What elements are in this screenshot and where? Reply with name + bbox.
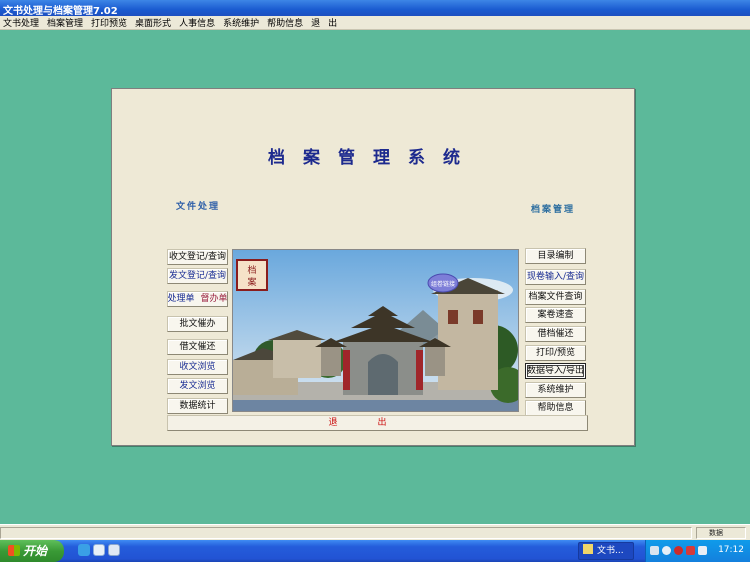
title-bar: 文书处理与档案管理7.02	[0, 0, 750, 17]
link-badge-text[interactable]: 组卷链接	[431, 280, 455, 288]
media-icon[interactable]	[108, 544, 120, 556]
clock: 17:12	[718, 545, 744, 555]
task-label: 文书...	[597, 546, 624, 556]
archive-gate-photo: 档 案 组卷链接	[232, 249, 519, 412]
quick-search-button[interactable]: 案卷速查	[525, 307, 586, 323]
main-panel: 档案管理系统 文件处理 档案管理 收文登记/查询 发文登记/查询 处理单 督办单…	[111, 88, 635, 446]
menu-document-processing[interactable]: 文书处理	[3, 16, 39, 29]
approval-reminder-button[interactable]: 批文催办	[167, 316, 228, 332]
seal-text-bottom: 案	[247, 276, 256, 288]
process-form-label[interactable]: 处理单	[167, 292, 194, 306]
send-browse-button[interactable]: 发文浏览	[167, 378, 228, 394]
right-section-title: 档案管理	[531, 205, 576, 215]
menu-print-preview[interactable]: 打印预览	[91, 16, 127, 29]
left-section-title: 文件处理	[176, 202, 221, 212]
workspace: 档案管理系统 文件处理 档案管理 收文登记/查询 发文登记/查询 处理单 督办单…	[0, 30, 750, 524]
supervise-form-label[interactable]: 督办单	[201, 292, 228, 306]
window-title: 文书处理与档案管理7.02	[3, 6, 118, 17]
task-app-icon	[583, 544, 593, 554]
system-tray: 17:12	[645, 540, 750, 562]
browser-icon[interactable]	[93, 544, 105, 556]
help-info-button[interactable]: 帮助信息	[525, 400, 586, 416]
send-register-button[interactable]: 发文登记/查询	[167, 268, 228, 284]
import-export-button[interactable]: 数据导入/导出	[525, 363, 586, 379]
windows-logo-icon	[8, 545, 20, 556]
app-title: 档案管理系统	[268, 148, 478, 168]
archive-file-query-button[interactable]: 档案文件查询	[525, 289, 586, 305]
receive-browse-button[interactable]: 收文浏览	[167, 359, 228, 375]
volume-icon[interactable]	[698, 546, 707, 555]
start-label: 开始	[23, 544, 48, 558]
seal-text-top: 档	[247, 264, 256, 276]
process-supervise-button[interactable]: 处理单 督办单	[167, 291, 228, 307]
menu-desktop-style[interactable]: 桌面形式	[135, 16, 171, 29]
print-preview-button[interactable]: 打印/预览	[525, 345, 586, 361]
system-maintenance-button[interactable]: 系统维护	[525, 382, 586, 398]
exit-button[interactable]: 退出	[167, 415, 588, 431]
borrow-return-button[interactable]: 借文催还	[167, 339, 228, 355]
status-indicator: 数据	[696, 527, 746, 539]
menu-personnel-info[interactable]: 人事信息	[179, 16, 215, 29]
menu-exit-1[interactable]: 退	[311, 16, 320, 29]
receive-register-button[interactable]: 收文登记/查询	[167, 249, 228, 265]
start-button[interactable]: 开始	[0, 540, 64, 562]
archive-return-button[interactable]: 借档催还	[525, 326, 586, 342]
menu-exit-2[interactable]: 出	[328, 16, 337, 29]
catalog-edit-button[interactable]: 目录编制	[525, 248, 586, 264]
show-desktop-icon[interactable]	[78, 544, 90, 556]
network-icon[interactable]	[662, 546, 671, 555]
menu-help-info[interactable]: 帮助信息	[267, 16, 303, 29]
menu-system-maintenance[interactable]: 系统维护	[223, 16, 259, 29]
status-bar: 数据	[0, 524, 750, 540]
statistics-button[interactable]: 数据统计	[167, 398, 228, 414]
menu-bar: 文书处理 档案管理 打印预览 桌面形式 人事信息 系统维护 帮助信息 退 出	[0, 16, 750, 30]
security-icon[interactable]	[674, 546, 683, 555]
menu-archive-management[interactable]: 档案管理	[47, 16, 83, 29]
taskbar: 开始 文书... 17:12	[0, 540, 750, 562]
status-cell	[0, 527, 692, 539]
alert-icon[interactable]	[686, 546, 695, 555]
keyboard-icon[interactable]	[650, 546, 659, 555]
task-button-docs[interactable]: 文书...	[578, 542, 634, 560]
volume-input-button[interactable]: 现卷输入/查询	[525, 269, 586, 285]
